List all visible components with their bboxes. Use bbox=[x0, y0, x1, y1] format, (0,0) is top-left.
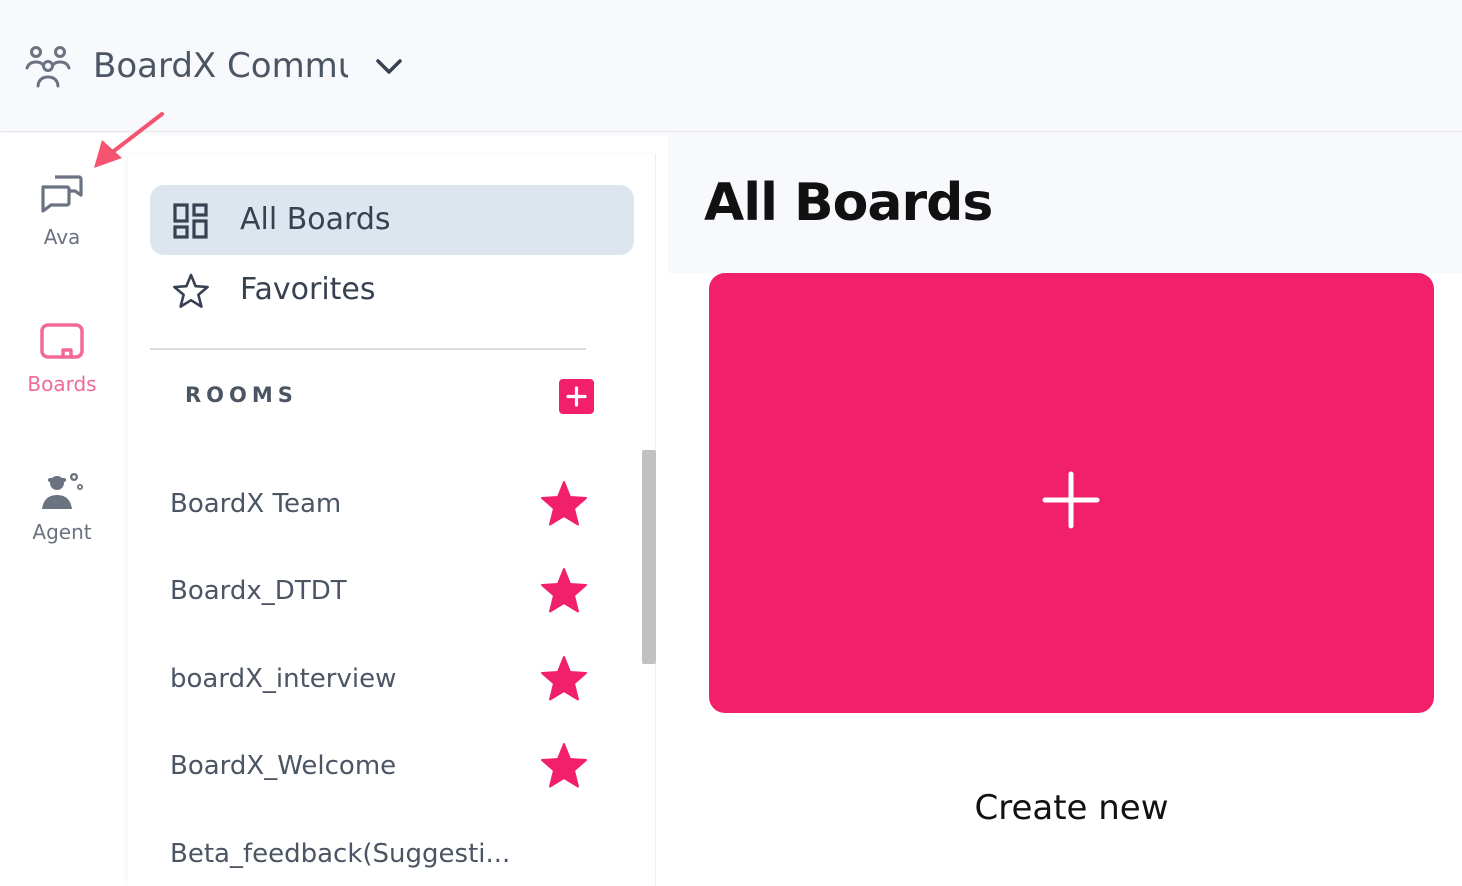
rail-item-boards[interactable]: Boards bbox=[0, 313, 124, 413]
team-name[interactable]: BoardX Commu bbox=[93, 40, 348, 92]
panel-scrollbar[interactable] bbox=[642, 450, 656, 664]
room-item[interactable]: BoardX Team bbox=[150, 474, 620, 534]
board-icon bbox=[40, 323, 84, 359]
room-item[interactable]: Beta_feedback(Suggesti... bbox=[150, 824, 620, 884]
room-name: BoardX_Welcome bbox=[170, 751, 397, 781]
create-new-label: Create new bbox=[974, 788, 1169, 828]
page-title: All Boards bbox=[704, 173, 993, 233]
room-item[interactable]: Boardx_DTDT bbox=[150, 561, 620, 621]
plus-icon bbox=[566, 386, 587, 407]
grid-icon bbox=[173, 203, 208, 239]
panel-divider bbox=[150, 348, 586, 350]
nav-favorites-label: Favorites bbox=[240, 272, 376, 307]
nav-favorites[interactable]: Favorites bbox=[150, 255, 634, 325]
nav-all-boards[interactable]: All Boards bbox=[150, 185, 634, 255]
boards-panel: All Boards Favorites ROOMS BoardX Team B… bbox=[128, 154, 656, 886]
star-filled-icon[interactable] bbox=[540, 655, 588, 703]
room-item[interactable]: boardX_interview bbox=[150, 649, 620, 709]
star-filled-icon[interactable] bbox=[540, 567, 588, 615]
rail-label-boards: Boards bbox=[27, 372, 97, 396]
chat-bubbles-icon bbox=[41, 175, 83, 213]
star-filled-icon[interactable] bbox=[540, 742, 588, 790]
star-outline-icon bbox=[173, 273, 209, 308]
room-name: BoardX Team bbox=[170, 489, 342, 519]
add-room-button[interactable] bbox=[559, 379, 594, 414]
room-name: boardX_interview bbox=[170, 664, 397, 694]
rooms-heading: ROOMS bbox=[185, 383, 298, 407]
star-filled-icon[interactable] bbox=[540, 480, 588, 528]
team-icon bbox=[25, 46, 71, 88]
rail-label-agent: Agent bbox=[32, 520, 92, 544]
rail-label-ava: Ava bbox=[43, 225, 81, 249]
room-item[interactable]: BoardX_Welcome bbox=[150, 736, 620, 796]
room-name: Beta_feedback(Suggesti... bbox=[170, 839, 511, 869]
agent-gear-icon bbox=[42, 473, 83, 509]
chevron-down-icon[interactable] bbox=[372, 50, 406, 84]
rail-item-agent[interactable]: Agent bbox=[0, 461, 124, 561]
rail-item-ava[interactable]: Ava bbox=[0, 165, 124, 265]
room-name: Boardx_DTDT bbox=[170, 576, 347, 606]
nav-all-boards-label: All Boards bbox=[240, 202, 391, 237]
top-header: BoardX Commu bbox=[0, 0, 1462, 132]
plus-icon bbox=[1042, 471, 1100, 529]
left-rail: Ava Boards Agent bbox=[0, 133, 128, 886]
main-header: All Boards bbox=[668, 133, 1462, 273]
create-board-card[interactable] bbox=[709, 273, 1434, 713]
